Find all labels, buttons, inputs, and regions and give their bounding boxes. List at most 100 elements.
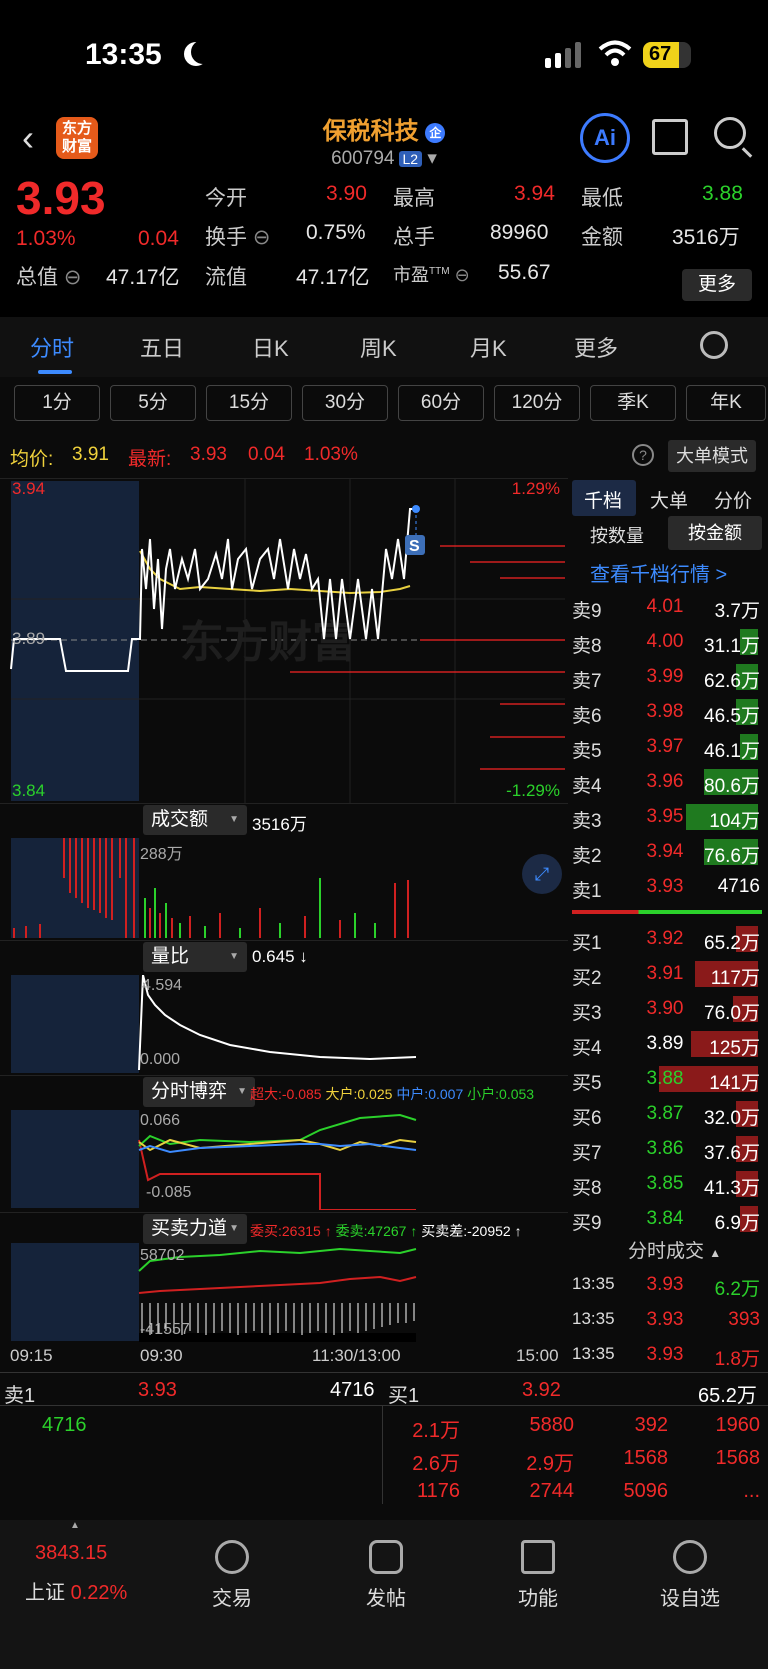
chevron-up-icon: ▲: [70, 1520, 80, 1531]
amount-max-label: 288万: [140, 846, 183, 863]
index-pct: 0.22%: [70, 1582, 128, 1604]
sell-row[interactable]: 卖4 3.96 80.6万: [568, 765, 768, 799]
force-indicator-select[interactable]: 买卖力道: [143, 1214, 247, 1244]
battery-level: 67: [649, 43, 672, 65]
game-lines-chart: [11, 1110, 417, 1210]
period-120min[interactable]: 120分: [494, 385, 580, 421]
more-button[interactable]: 更多: [682, 269, 752, 301]
ratio-min-label: 0.000: [140, 1051, 181, 1068]
info-icon[interactable]: ⊖: [253, 226, 271, 249]
buy-row[interactable]: 买5 3.88 141万: [568, 1062, 768, 1096]
info-icon[interactable]: ⊖: [455, 265, 470, 285]
buy-queue-item: 2.9万: [526, 1453, 574, 1475]
trades-header[interactable]: 分时成交 ▲: [628, 1236, 721, 1263]
sell-label: 卖6: [572, 706, 602, 727]
amount-indicator-select[interactable]: 成交额: [143, 805, 247, 835]
sell-volume: 104万: [709, 811, 760, 832]
big-order-mode-button[interactable]: 大单模式: [668, 440, 756, 472]
bottom-buy1-price: 3.92: [522, 1379, 561, 1401]
period-1min[interactable]: 1分: [14, 385, 100, 421]
period-year-k[interactable]: 年K: [686, 385, 766, 421]
sell-row[interactable]: 卖3 3.95 104万: [568, 800, 768, 834]
buy-queue-item: 2744: [529, 1480, 575, 1502]
buy-row[interactable]: 买7 3.86 37.6万: [568, 1132, 768, 1166]
low-label: 最低: [581, 187, 623, 210]
tab-five-day[interactable]: 五日: [140, 331, 184, 363]
sell-volume: 80.6万: [704, 776, 760, 797]
ratio-indicator-select[interactable]: 量比: [143, 942, 247, 972]
status-bar: 13:35 67: [0, 0, 768, 105]
period-15min[interactable]: 15分: [206, 385, 292, 421]
buy-label: 买2: [572, 968, 602, 989]
info-icon[interactable]: ⊖: [64, 266, 82, 289]
buy-sell-force-panel[interactable]: 买卖力道 委买:26315 ↑ 委卖:47267 ↑ 买卖差:-20952 ↑: [0, 1212, 568, 1343]
buy-row[interactable]: 买2 3.91 117万: [568, 957, 768, 991]
tab-weekly-k[interactable]: 周K: [360, 331, 397, 363]
buy-volume: 37.6万: [704, 1143, 760, 1164]
depth-link[interactable]: 查看千档行情 >: [590, 558, 727, 587]
volume-ratio-panel[interactable]: 量比 0.645 ↓ 4.594 0.000: [0, 940, 568, 1075]
time-axis: 09:15 09:30 11:30/13:00 15:00: [0, 1342, 568, 1372]
nav-functions-label: 功能: [518, 1588, 558, 1610]
intraday-chart[interactable]: 东方财富 S 3.94 3.89 3.84 1.29% -1.29%: [0, 478, 568, 804]
buy-queue-item: ...: [743, 1480, 760, 1502]
gear-icon[interactable]: [700, 331, 728, 359]
sell-marker-label: S: [409, 538, 420, 555]
ratio-line-chart: [11, 975, 417, 1073]
sell-row[interactable]: 卖2 3.94 76.6万: [568, 835, 768, 869]
buy-label: 买4: [572, 1038, 602, 1059]
buy-row[interactable]: 买1 3.92 65.2万: [568, 922, 768, 956]
low-value: 3.88: [702, 182, 743, 205]
buy-row[interactable]: 买4 3.89 125万: [568, 1027, 768, 1061]
ob-sub-by-qty[interactable]: 按数量: [590, 522, 644, 548]
ob-sub-by-amount[interactable]: 按金额: [668, 516, 762, 550]
period-60min[interactable]: 60分: [398, 385, 484, 421]
help-icon[interactable]: ?: [632, 444, 654, 466]
nav-functions[interactable]: 功能: [488, 1540, 588, 1611]
ob-tab-big-order[interactable]: 大单: [650, 486, 688, 513]
amount-panel[interactable]: 成交额 3516万 288万 ⤢: [0, 803, 568, 940]
pe-label: 市盈: [393, 265, 429, 285]
tab-monthly-k[interactable]: 月K: [470, 331, 507, 363]
sell-volume: 3.7万: [714, 601, 760, 622]
buy-queue-item: 1176: [416, 1480, 460, 1502]
ai-button[interactable]: Ai: [580, 113, 630, 163]
ob-tab-depth[interactable]: 千档: [584, 486, 622, 513]
index-row[interactable]: 上证 0.22%: [25, 1576, 127, 1605]
latest-change: 0.04: [248, 444, 285, 465]
game-big: 大户:0.025: [325, 1086, 393, 1102]
buy-price: 3.87: [646, 1103, 684, 1124]
period-selector: 1分 5分 15分 30分 60分 120分 季K 年K: [0, 377, 768, 427]
game-indicator-select[interactable]: 分时博弈: [143, 1077, 255, 1107]
ob-tab-price[interactable]: 分价: [714, 486, 752, 513]
nav-post[interactable]: 发帖: [336, 1540, 436, 1611]
period-quarter-k[interactable]: 季K: [590, 385, 676, 421]
sell-row[interactable]: 卖9 4.01 3.7万: [568, 590, 768, 624]
share-icon[interactable]: [652, 119, 688, 155]
buy-row[interactable]: 买8 3.85 41.3万: [568, 1167, 768, 1201]
tab-more[interactable]: 更多: [574, 331, 618, 363]
period-30min[interactable]: 30分: [302, 385, 388, 421]
expand-icon[interactable]: ⤢: [522, 854, 562, 894]
tab-daily-k[interactable]: 日K: [252, 331, 289, 363]
nav-trade[interactable]: 交易: [182, 1540, 282, 1611]
sell-row[interactable]: 卖5 3.97 46.1万: [568, 730, 768, 764]
sell-row[interactable]: 卖1 3.93 4716: [568, 870, 768, 904]
sell-row[interactable]: 卖7 3.99 62.6万: [568, 660, 768, 694]
period-5min[interactable]: 5分: [110, 385, 196, 421]
search-icon[interactable]: [714, 117, 746, 149]
buy-row[interactable]: 买9 3.84 6.9万: [568, 1202, 768, 1236]
capital-game-panel[interactable]: 分时博弈 超大:-0.085 大户:0.025 中户:0.007 小户:0.05…: [0, 1075, 568, 1212]
trade-price: 3.93: [646, 1309, 684, 1330]
sell-label: 卖4: [572, 776, 602, 797]
buy-price: 3.91: [646, 963, 684, 984]
tab-intraday[interactable]: 分时: [30, 331, 74, 363]
amount-indicator-value: 3516万: [252, 815, 307, 834]
sell-row[interactable]: 卖8 4.00 31.1万: [568, 625, 768, 659]
buy-row[interactable]: 买6 3.87 32.0万: [568, 1097, 768, 1131]
sell-row[interactable]: 卖6 3.98 46.5万: [568, 695, 768, 729]
index-value[interactable]: 3843.15: [35, 1542, 107, 1565]
watermark: 东方财富: [180, 618, 356, 667]
nav-watchlist[interactable]: 设自选: [640, 1540, 740, 1611]
buy-row[interactable]: 买3 3.90 76.0万: [568, 992, 768, 1026]
